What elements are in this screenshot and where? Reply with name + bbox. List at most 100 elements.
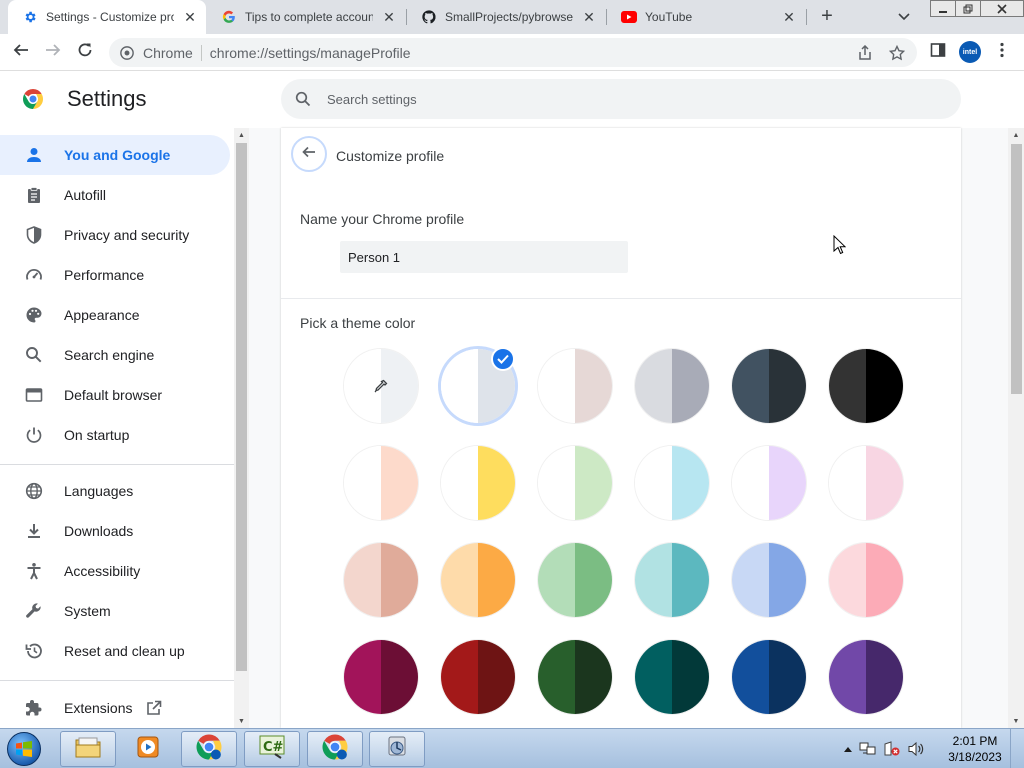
sidebar-item-autofill[interactable]: Autofill: [0, 175, 230, 215]
profile-avatar[interactable]: intel: [959, 41, 981, 63]
sidebar-item-languages[interactable]: Languages: [0, 471, 230, 511]
sidebar-item-appearance[interactable]: Appearance: [0, 295, 230, 335]
sidebar-item-label: Privacy and security: [64, 227, 190, 243]
tab-tips[interactable]: Tips to complete account setup ✕: [207, 0, 405, 34]
theme-swatch-dark-teal[interactable]: [635, 640, 709, 714]
search-icon: [293, 89, 313, 109]
sidebar-item-default-browser[interactable]: Default browser: [0, 375, 230, 415]
close-tab-icon[interactable]: ✕: [182, 9, 198, 25]
chevron-down-icon: [898, 8, 910, 26]
start-button[interactable]: [4, 731, 44, 767]
theme-swatch-cool-grey[interactable]: [635, 349, 709, 423]
profile-name-input[interactable]: [340, 241, 628, 273]
sidebar-item-label: Accessibility: [64, 563, 141, 579]
back-to-profile-button[interactable]: [291, 136, 327, 172]
settings-search[interactable]: [281, 79, 961, 119]
sidebar-item-on-startup[interactable]: On startup: [0, 415, 230, 455]
theme-swatch-warm-grey[interactable]: [538, 349, 612, 423]
theme-swatch-dark-pink-red[interactable]: [344, 640, 418, 714]
theme-swatch-orange[interactable]: [441, 543, 515, 617]
taskbar-media-player[interactable]: [120, 731, 176, 767]
address-bar[interactable]: Chrome chrome://settings/manageProfile: [109, 38, 917, 67]
download-icon: [24, 521, 44, 541]
menu-button[interactable]: [992, 40, 1012, 64]
minimize-button[interactable]: [930, 0, 956, 17]
side-panel-button[interactable]: [926, 40, 950, 64]
sidebar-item-downloads[interactable]: Downloads: [0, 511, 230, 551]
theme-swatch-light-green[interactable]: [538, 543, 612, 617]
search-input[interactable]: [327, 91, 927, 107]
scroll-down-arrow-icon[interactable]: ▼: [1008, 714, 1024, 728]
swatch-left-half: [635, 446, 672, 520]
tab-search-button[interactable]: [894, 7, 914, 27]
swatch-left-half: [635, 543, 672, 617]
tab-title: Settings - Customize profile: [46, 10, 174, 24]
forward-button[interactable]: [41, 40, 65, 64]
sidebar-scrollbar[interactable]: ▲ ▼: [234, 128, 249, 728]
reload-button[interactable]: [73, 40, 97, 64]
taskbar-csharp[interactable]: C#: [244, 731, 300, 767]
volume-icon[interactable]: [907, 741, 925, 757]
swatch-right-half: [769, 543, 806, 617]
tab-settings[interactable]: Settings - Customize profile ✕: [8, 0, 206, 34]
swatch-left-half: [538, 640, 575, 714]
theme-swatch-light-teal[interactable]: [635, 543, 709, 617]
theme-swatch-pink-white[interactable]: [829, 446, 903, 520]
sidebar-item-extensions[interactable]: Extensions: [0, 688, 230, 728]
back-button[interactable]: [9, 40, 33, 64]
theme-swatch-custom-color[interactable]: [344, 349, 418, 423]
theme-swatch-dark-red-orange[interactable]: [441, 640, 515, 714]
theme-swatch-light-teal-white[interactable]: [635, 446, 709, 520]
swatch-left-half: [829, 640, 866, 714]
mouse-cursor-icon: [833, 234, 847, 260]
theme-swatch-yellow-white[interactable]: [441, 446, 515, 520]
new-tab-button[interactable]: +: [816, 5, 838, 27]
sidebar-item-search-engine[interactable]: Search engine: [0, 335, 230, 375]
close-tab-icon[interactable]: ✕: [581, 9, 597, 25]
theme-swatch-midnight-blue[interactable]: [732, 349, 806, 423]
clock-date: 3/18/2023: [948, 750, 1002, 764]
theme-swatch-beige-white[interactable]: [344, 446, 418, 520]
show-hidden-icons-icon[interactable]: [843, 745, 853, 753]
sidebar-item-privacy[interactable]: Privacy and security: [0, 215, 230, 255]
action-center-icon[interactable]: [883, 741, 901, 757]
taskbar-chrome[interactable]: [181, 731, 237, 767]
sidebar-item-reset[interactable]: Reset and clean up: [0, 631, 230, 671]
scrollbar-thumb[interactable]: [236, 143, 247, 671]
theme-swatch-dark-green[interactable]: [538, 640, 612, 714]
theme-swatch-black[interactable]: [829, 349, 903, 423]
theme-swatch-light-purple-white[interactable]: [732, 446, 806, 520]
close-tab-icon[interactable]: ✕: [381, 9, 397, 25]
sidebar-item-system[interactable]: System: [0, 591, 230, 631]
network-icon[interactable]: [859, 741, 877, 757]
main-scrollbar[interactable]: ▲ ▼: [1008, 128, 1024, 728]
show-desktop-button[interactable]: [1010, 729, 1024, 768]
theme-swatch-light-blue[interactable]: [732, 543, 806, 617]
swatch-right-half: [769, 349, 806, 423]
scrollbar-thumb[interactable]: [1011, 144, 1022, 394]
close-tab-icon[interactable]: ✕: [781, 9, 797, 25]
theme-swatch-purple[interactable]: [829, 640, 903, 714]
sidebar-item-you-and-google[interactable]: You and Google: [0, 135, 230, 175]
scroll-up-arrow-icon[interactable]: ▲: [1008, 128, 1024, 142]
tab-github[interactable]: SmallProjects/pybrowser ✕: [407, 0, 605, 34]
close-window-button[interactable]: [980, 0, 1024, 17]
arrow-right-icon: [45, 42, 61, 63]
theme-swatch-green-white[interactable]: [538, 446, 612, 520]
sidebar-item-performance[interactable]: Performance: [0, 255, 230, 295]
taskbar-clock[interactable]: 2:01 PM 3/18/2023: [944, 733, 1006, 765]
taskbar-tool[interactable]: [369, 731, 425, 767]
taskbar-chrome-2[interactable]: [307, 731, 363, 767]
theme-swatch-dark-blue[interactable]: [732, 640, 806, 714]
more-vert-icon: [1000, 42, 1004, 63]
sidebar-item-accessibility[interactable]: Accessibility: [0, 551, 230, 591]
share-icon[interactable]: [853, 41, 877, 65]
taskbar-file-explorer[interactable]: [60, 731, 116, 767]
scroll-down-arrow-icon[interactable]: ▼: [234, 714, 249, 728]
bookmark-star-icon[interactable]: [885, 41, 909, 65]
tab-youtube[interactable]: YouTube ✕: [607, 0, 805, 34]
scroll-up-arrow-icon[interactable]: ▲: [234, 128, 249, 142]
theme-swatch-light-pink[interactable]: [829, 543, 903, 617]
restore-button[interactable]: [955, 0, 981, 17]
theme-swatch-dark-beige[interactable]: [344, 543, 418, 617]
